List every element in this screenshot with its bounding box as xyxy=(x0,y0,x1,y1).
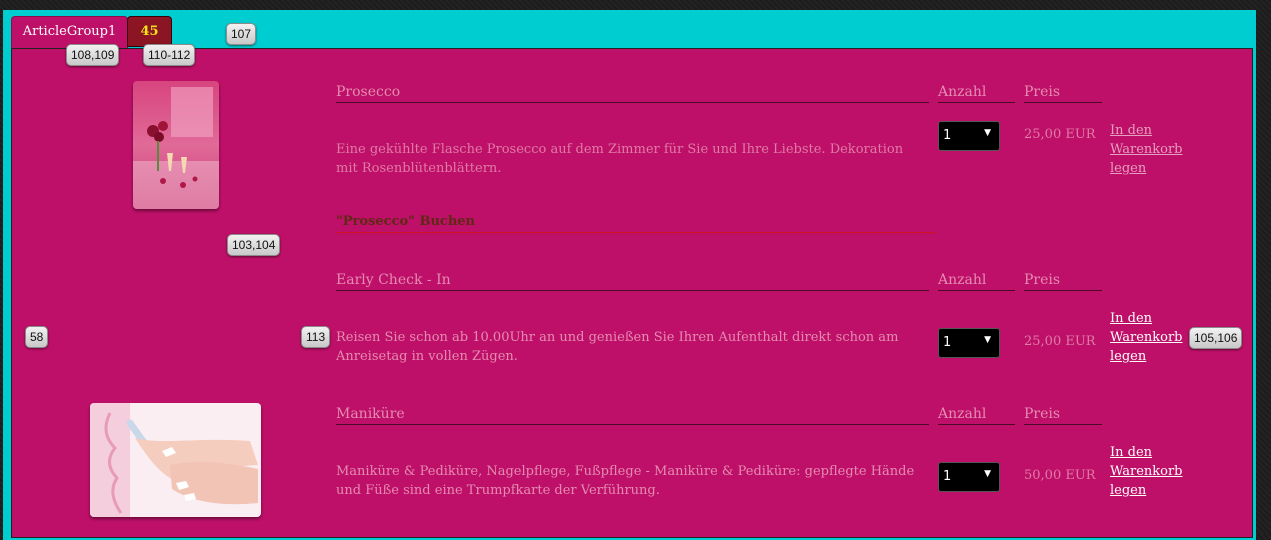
article-title: Prosecco xyxy=(336,82,929,103)
article-description: Reisen Sie schon ab 10.00Uhr an und geni… xyxy=(336,330,899,364)
add-to-cart-link[interactable]: In den Warenkorb legen xyxy=(1110,309,1196,366)
overlay-badge: 110-112 xyxy=(143,44,196,66)
chevron-down-icon: ▼ xyxy=(984,335,991,345)
prosecco-image xyxy=(133,81,219,209)
overlay-badge: 103,104 xyxy=(227,234,281,256)
tab-45[interactable]: 45 xyxy=(127,16,172,47)
overlay-badge: 58 xyxy=(25,326,49,348)
overlay-badge: 105,106 xyxy=(1189,327,1243,349)
overlay-badge: 107 xyxy=(226,23,257,45)
quantity-select[interactable]: 1 ▼ xyxy=(938,462,1000,492)
quantity-select[interactable]: 1 ▼ xyxy=(938,328,1000,358)
article-title: Early Check - In xyxy=(336,270,929,291)
add-to-cart-link[interactable]: In den Warenkorb legen xyxy=(1110,443,1196,500)
quantity-select[interactable]: 1 ▼ xyxy=(938,121,1000,151)
manicure-image xyxy=(90,403,261,517)
quantity-value: 1 xyxy=(943,469,952,484)
article-price: 25,00 EUR xyxy=(1024,334,1096,349)
quantity-value: 1 xyxy=(943,335,952,350)
overlay-badge: 113 xyxy=(301,326,331,348)
article-description: Maniküre & Pediküre, Nagelpflege, Fußpfl… xyxy=(336,464,915,498)
chevron-down-icon: ▼ xyxy=(984,128,991,138)
chevron-down-icon: ▼ xyxy=(984,469,991,479)
quantity-value: 1 xyxy=(943,128,952,143)
price-header: Preis xyxy=(1024,270,1102,291)
price-header: Preis xyxy=(1024,404,1102,425)
article-price: 25,00 EUR xyxy=(1024,127,1096,142)
add-to-cart-link[interactable]: In den Warenkorb legen xyxy=(1110,121,1196,178)
booking-label: "Prosecco" Buchen xyxy=(336,214,936,233)
price-header: Preis xyxy=(1024,82,1102,103)
article-description: Eine gekühlte Flasche Prosecco auf dem Z… xyxy=(336,142,904,176)
article-price: 50,00 EUR xyxy=(1024,468,1096,483)
overlay-badge: 108,109 xyxy=(66,44,120,66)
quantity-header: Anzahl xyxy=(938,82,1015,103)
article-title: Maniküre xyxy=(336,404,929,425)
quantity-header: Anzahl xyxy=(938,270,1015,291)
quantity-header: Anzahl xyxy=(938,404,1015,425)
